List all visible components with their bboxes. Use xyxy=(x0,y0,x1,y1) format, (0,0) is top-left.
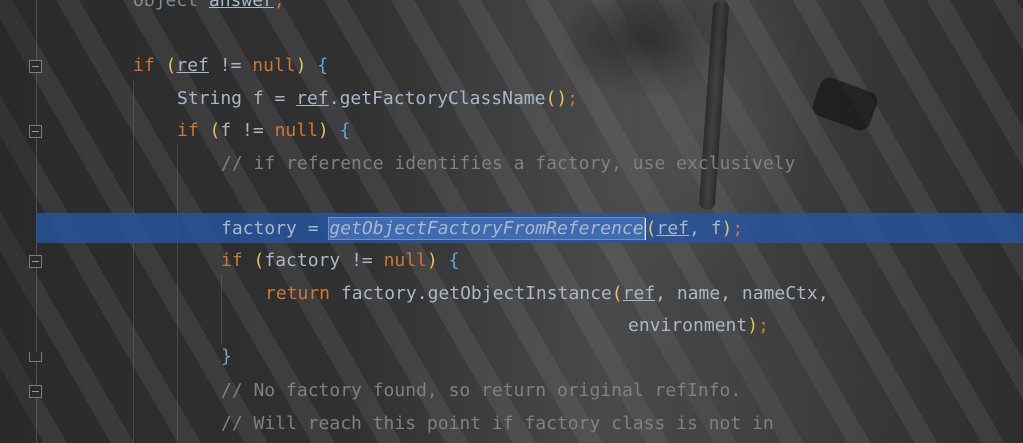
keyword-return: return xyxy=(265,283,331,304)
type-string: String xyxy=(177,88,243,109)
argument: environment xyxy=(628,315,748,336)
semicolon: ; xyxy=(732,218,744,239)
method-call: factory.getObjectInstance xyxy=(330,283,612,304)
fold-marker-icon[interactable] xyxy=(29,125,42,138)
semicolon: ; xyxy=(567,88,579,109)
variable-ref: ref xyxy=(656,218,690,239)
comment: // if reference identifies a factory, us… xyxy=(221,153,796,174)
brace-close: } xyxy=(221,346,232,367)
fold-marker-icon[interactable] xyxy=(29,60,42,73)
keyword: Object xyxy=(133,0,199,11)
brace-open: { xyxy=(448,250,460,271)
paren-close: ) xyxy=(317,120,329,141)
code-line[interactable]: } xyxy=(221,342,232,372)
keyword-null: null xyxy=(383,250,427,271)
fold-marker-icon[interactable] xyxy=(29,255,42,268)
argument: , f xyxy=(689,218,722,239)
comment: // No factory found, so return original … xyxy=(221,380,742,401)
parens: () xyxy=(545,88,568,109)
paren-open: ( xyxy=(645,218,657,239)
arguments: , name, nameCtx, xyxy=(655,283,829,304)
code-line[interactable]: // if reference identifies a factory, us… xyxy=(221,149,795,179)
brace-open: { xyxy=(339,120,351,141)
comment: // Will reach this point if factory clas… xyxy=(221,413,774,434)
keyword-if: if xyxy=(177,120,199,141)
code-line-current[interactable]: factory = getObjectFactoryFromReference(… xyxy=(221,214,743,244)
fold-end-icon[interactable] xyxy=(29,352,42,362)
method-call: .getFactoryClassName xyxy=(328,88,546,109)
code-line[interactable]: if (factory != null) { xyxy=(221,246,459,276)
paren-close: ) xyxy=(426,250,438,271)
paren-close: ) xyxy=(295,55,307,76)
indent-guide xyxy=(177,145,178,443)
keyword-if: if xyxy=(133,55,155,76)
operator: != xyxy=(208,55,253,76)
paren-open: ( xyxy=(209,120,221,141)
variable-answer: answer xyxy=(208,0,274,11)
selected-method-name[interactable]: getObjectFactoryFromReference xyxy=(328,217,645,240)
code-line[interactable]: return factory.getObjectInstance(ref, na… xyxy=(265,279,829,309)
semicolon: ; xyxy=(273,0,285,11)
code-line[interactable]: if (f != null) { xyxy=(177,116,350,146)
code-line[interactable]: Object answer; xyxy=(133,0,285,16)
keyword-if: if xyxy=(221,250,243,271)
indent-guide xyxy=(221,275,222,345)
code-editor[interactable]: Object answer; if (ref != null) { String… xyxy=(0,0,1023,443)
semicolon: ; xyxy=(758,315,769,336)
assignment: factory = xyxy=(221,218,330,239)
code-line[interactable]: if (ref != null) { xyxy=(133,51,328,81)
indent-guide xyxy=(133,80,134,443)
fold-marker-icon[interactable] xyxy=(29,385,42,398)
keyword-null: null xyxy=(252,55,296,76)
variable-ref: ref xyxy=(296,88,329,109)
condition: factory != xyxy=(264,250,384,271)
declaration: f = xyxy=(242,88,297,109)
variable-ref: ref xyxy=(176,55,209,76)
keyword-null: null xyxy=(274,120,318,141)
variable-ref: ref xyxy=(622,283,656,304)
paren-close: ) xyxy=(721,218,733,239)
code-line[interactable]: environment); xyxy=(628,311,769,341)
condition: f != xyxy=(220,120,275,141)
brace-open: { xyxy=(317,55,329,76)
paren-open: ( xyxy=(253,250,265,271)
paren-open: ( xyxy=(165,55,177,76)
code-line[interactable]: String f = ref.getFactoryClassName(); xyxy=(177,84,578,114)
code-line[interactable]: // No factory found, so return original … xyxy=(221,376,741,406)
code-line[interactable]: // Will reach this point if factory clas… xyxy=(221,409,774,439)
paren-open: ( xyxy=(611,283,623,304)
paren-close: ) xyxy=(747,315,759,336)
